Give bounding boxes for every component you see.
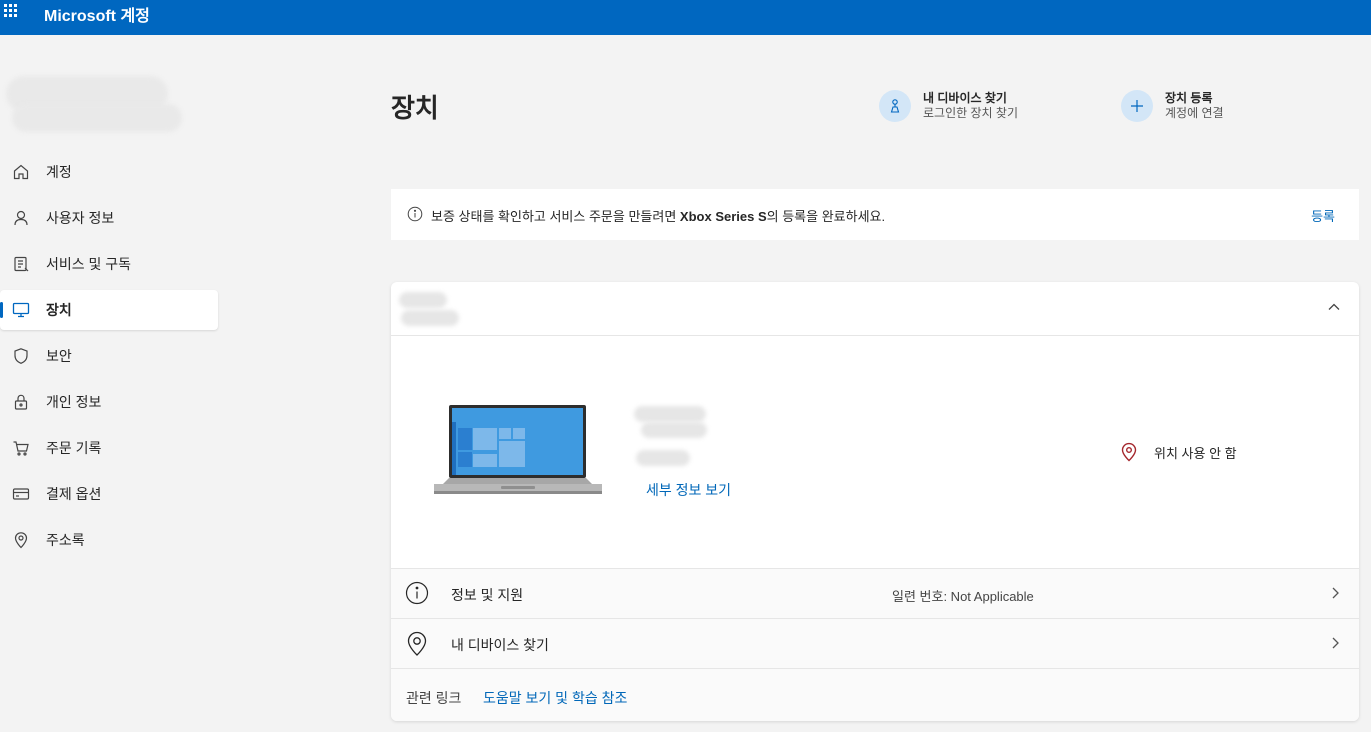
chevron-right-icon [1332, 637, 1339, 649]
banner-device-name: Xbox Series S [679, 209, 767, 224]
device-model-redacted [634, 406, 706, 422]
sidebar-item-label: 장치 [46, 302, 72, 318]
profile-email-redacted [12, 104, 182, 132]
credit-card-icon [12, 488, 30, 500]
related-links-label: 관련 링크 [406, 690, 462, 706]
location-pin-icon [407, 631, 427, 656]
device-name-redacted [401, 310, 459, 326]
register-device-subtitle: 계정에 연결 [1165, 106, 1224, 120]
info-support-row[interactable]: 정보 및 지원 일련 번호: Not Applicable [391, 568, 1359, 618]
location-status-text: 위치 사용 안 함 [1154, 445, 1237, 461]
info-icon [405, 581, 429, 605]
app-launcher-icon[interactable] [4, 4, 20, 20]
sidebar-item-devices[interactable]: 장치 [0, 290, 218, 330]
sidebar-item-label: 결제 옵션 [46, 486, 102, 502]
device-card-header[interactable] [391, 282, 1359, 336]
device-name-redacted [399, 292, 447, 308]
cart-icon [13, 441, 29, 456]
sidebar-item-security[interactable]: 보안 [0, 336, 218, 376]
serial-number: 일련 번호: Not Applicable [892, 589, 1034, 604]
help-learn-link[interactable]: 도움말 보기 및 학습 참조 [483, 688, 627, 708]
shield-icon [14, 348, 28, 364]
chevron-right-icon [1332, 587, 1339, 599]
location-pin-icon [14, 532, 28, 549]
find-my-device-action[interactable]: 내 디바이스 찾기 로그인한 장치 찾기 [879, 90, 1018, 122]
sidebar-item-your-info[interactable]: 사용자 정보 [0, 198, 218, 238]
register-device-action[interactable]: 장치 등록 계정에 연결 [1121, 90, 1224, 122]
chevron-up-icon[interactable] [1327, 300, 1341, 314]
lock-icon [14, 394, 28, 410]
info-icon [407, 206, 423, 222]
home-icon [13, 164, 29, 180]
info-support-label: 정보 및 지원 [451, 587, 524, 603]
sidebar-item-account[interactable]: 계정 [0, 152, 218, 192]
person-icon [14, 210, 28, 226]
device-type-redacted [636, 450, 690, 466]
brand-title[interactable]: Microsoft 계정 [44, 2, 150, 26]
sidebar-item-privacy[interactable]: 개인 정보 [0, 382, 218, 422]
location-pin-icon [1121, 442, 1137, 462]
find-my-device-row[interactable]: 내 디바이스 찾기 [391, 618, 1359, 668]
banner-message: 보증 상태를 확인하고 서비스 주문을 만들려면 Xbox Series S의 … [431, 209, 886, 224]
find-my-device-subtitle: 로그인한 장치 찾기 [923, 106, 1018, 120]
sidebar-item-label: 개인 정보 [46, 394, 102, 410]
related-links: 관련 링크 도움말 보기 및 학습 참조 [391, 668, 1359, 721]
page-title: 장치 [391, 93, 439, 123]
register-link[interactable]: 등록 [1311, 206, 1335, 225]
sidebar-item-order-history[interactable]: 주문 기록 [0, 428, 218, 468]
device-card: 세부 정보 보기 위치 사용 안 함 정보 및 지원 일련 번호: Not Ap… [391, 282, 1359, 721]
monitor-icon [12, 302, 30, 318]
sidebar-item-label: 사용자 정보 [46, 210, 115, 226]
sidebar-item-address-book[interactable]: 주소록 [0, 520, 218, 560]
sidebar-item-label: 보안 [46, 348, 72, 364]
device-model-redacted [641, 422, 707, 438]
sidebar-item-payment-options[interactable]: 결제 옵션 [0, 474, 218, 514]
location-status: 위치 사용 안 함 [1120, 442, 1237, 462]
view-details-link[interactable]: 세부 정보 보기 [646, 480, 731, 500]
plus-icon [1121, 90, 1153, 122]
sidebar-nav: 계정 사용자 정보 서비스 및 구독 장치 보안 개인 정보 주문 기록 결제 … [0, 152, 218, 566]
sidebar-item-subscriptions[interactable]: 서비스 및 구독 [0, 244, 218, 284]
laptop-image [434, 405, 602, 494]
top-bar: Microsoft 계정 [0, 0, 1371, 35]
subscription-icon [14, 256, 29, 272]
sidebar-item-label: 서비스 및 구독 [46, 256, 132, 272]
registration-banner: 보증 상태를 확인하고 서비스 주문을 만들려면 Xbox Series S의 … [391, 189, 1359, 240]
sidebar-item-label: 주문 기록 [46, 440, 102, 456]
find-my-device-title: 내 디바이스 찾기 [923, 91, 1007, 105]
find-my-device-label: 내 디바이스 찾기 [451, 637, 549, 653]
register-device-title: 장치 등록 [1165, 91, 1213, 105]
find-device-icon [879, 90, 911, 122]
sidebar-item-label: 계정 [46, 164, 72, 180]
sidebar-item-label: 주소록 [46, 532, 85, 548]
